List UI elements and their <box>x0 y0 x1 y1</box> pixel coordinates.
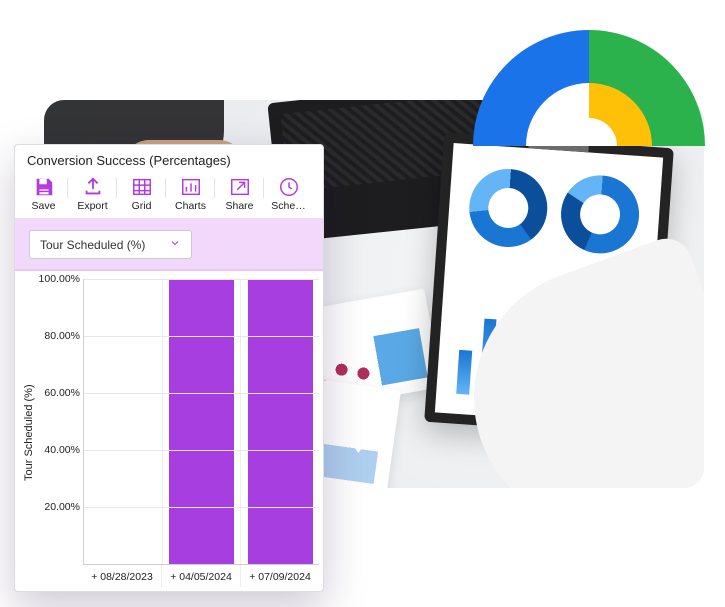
y-tick-label: 20.00% <box>34 501 80 513</box>
metric-select[interactable]: Tour Scheduled (%) <box>29 230 192 259</box>
bar[interactable] <box>169 279 234 564</box>
floppy-disk-icon <box>19 174 68 200</box>
panel-title: Conversion Success (Percentages) <box>15 145 323 174</box>
upload-icon <box>68 174 117 200</box>
export-label: Export <box>68 200 117 212</box>
save-button[interactable]: Save <box>19 174 68 212</box>
gridline <box>84 336 319 337</box>
bar-chart-icon <box>166 174 215 200</box>
bars-container <box>84 279 319 564</box>
charts-button[interactable]: Charts <box>166 174 215 212</box>
chart-area: Tour Scheduled (%) 20.00%40.00%60.00%80.… <box>15 271 323 591</box>
chevron-down-icon <box>169 237 181 252</box>
bar-cell <box>241 279 319 564</box>
y-tick-label: 60.00% <box>34 387 80 399</box>
charts-label: Charts <box>166 200 215 212</box>
plot-grid: 20.00%40.00%60.00%80.00%100.00% <box>83 279 319 565</box>
gridline <box>84 393 319 394</box>
panel-toolbar: Save Export Grid Charts Share <box>15 174 323 218</box>
x-tick-label[interactable]: + 07/09/2024 <box>241 565 319 587</box>
save-label: Save <box>19 200 68 212</box>
conversion-panel: Conversion Success (Percentages) Save Ex… <box>14 144 324 592</box>
gridline <box>84 507 319 508</box>
y-axis-label: Tour Scheduled (%) <box>21 279 37 587</box>
x-tick-label[interactable]: + 04/05/2024 <box>162 565 241 587</box>
bar[interactable] <box>248 279 313 564</box>
gridline <box>84 450 319 451</box>
y-tick-label: 80.00% <box>34 330 80 342</box>
schedule-button[interactable]: Sche… <box>264 174 313 212</box>
x-tick-label[interactable]: + 08/28/2023 <box>83 565 162 587</box>
filter-band: Tour Scheduled (%) <box>15 218 323 271</box>
bar-cell <box>163 279 242 564</box>
schedule-label: Sche… <box>264 200 313 212</box>
grid-icon <box>117 174 166 200</box>
x-axis: + 08/28/2023+ 04/05/2024+ 07/09/2024 <box>83 565 319 587</box>
decorative-half-donut-icon <box>473 30 705 146</box>
share-button[interactable]: Share <box>215 174 264 212</box>
gridline <box>84 279 319 280</box>
clock-icon <box>264 174 313 200</box>
y-tick-label: 100.00% <box>34 273 80 285</box>
bar-cell <box>84 279 163 564</box>
share-label: Share <box>215 200 264 212</box>
plot: 20.00%40.00%60.00%80.00%100.00% + 08/28/… <box>37 279 319 587</box>
grid-button[interactable]: Grid <box>117 174 166 212</box>
export-button[interactable]: Export <box>68 174 117 212</box>
share-icon <box>215 174 264 200</box>
metric-select-value: Tour Scheduled (%) <box>40 238 145 252</box>
grid-label: Grid <box>117 200 166 212</box>
y-tick-label: 40.00% <box>34 444 80 456</box>
